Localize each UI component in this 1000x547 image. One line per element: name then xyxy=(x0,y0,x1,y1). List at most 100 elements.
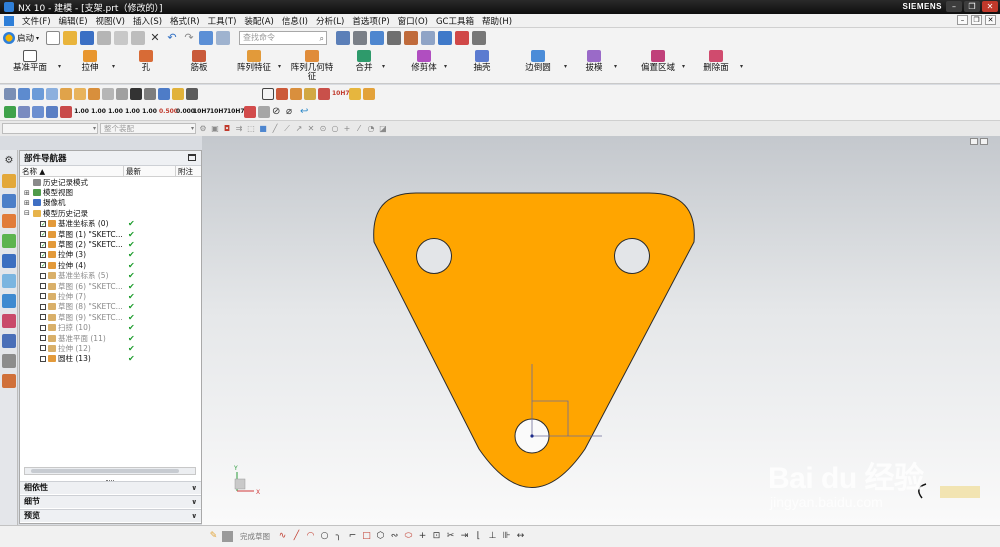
visibility-checkbox[interactable]: ✓ xyxy=(40,231,46,238)
curve-icon[interactable] xyxy=(130,88,142,100)
navigator-row[interactable]: ⊞ 模型视图 xyxy=(20,187,201,197)
point-icon[interactable] xyxy=(4,88,16,100)
doc-close-button[interactable]: ✕ xyxy=(985,15,996,25)
restore-button[interactable]: ❐ xyxy=(964,1,980,12)
quick-extend-icon[interactable]: ⇥ xyxy=(459,531,470,542)
snap-tangent-icon[interactable]: ◔ xyxy=(366,124,376,134)
snap-control-icon[interactable]: ↗ xyxy=(294,124,304,134)
assembly-navigator-icon[interactable] xyxy=(2,174,16,188)
edge-blend-button[interactable]: 边倒圆 xyxy=(522,50,554,73)
menu-assembly[interactable]: 装配(A) xyxy=(240,15,277,27)
navigator-row[interactable]: ✓ 草图 (2) "SKETC... ✔ xyxy=(20,239,201,249)
pocket-icon[interactable] xyxy=(88,88,100,100)
spline-icon[interactable]: ∾ xyxy=(389,531,400,542)
visibility-checkbox[interactable] xyxy=(40,283,46,290)
snap-face-icon[interactable]: ◪ xyxy=(378,124,388,134)
pattern-feature-button[interactable]: 阵列特征 xyxy=(234,50,274,73)
cut-icon[interactable] xyxy=(97,31,112,45)
column-name[interactable]: 名称 ▲ xyxy=(20,166,124,176)
reuse-library-icon[interactable] xyxy=(2,234,16,248)
process-studio-icon[interactable] xyxy=(2,314,16,328)
expand-toggle-icon[interactable]: ⊞ xyxy=(24,189,31,197)
cone-icon[interactable] xyxy=(46,88,58,100)
visibility-checkbox[interactable] xyxy=(40,335,46,342)
minimize-button[interactable]: – xyxy=(946,1,962,12)
menu-insert[interactable]: 插入(S) xyxy=(129,15,166,27)
circle-icon[interactable]: ○ xyxy=(319,531,330,542)
quick-trim-icon[interactable]: ✂ xyxy=(445,531,456,542)
dimension-icon-8[interactable]: 10H7 xyxy=(193,108,211,115)
chamfer-icon[interactable]: ⌐ xyxy=(347,531,358,542)
menu-info[interactable]: 信息(I) xyxy=(278,15,312,27)
pmi-icon[interactable] xyxy=(349,88,361,100)
copy-icon[interactable] xyxy=(114,31,129,45)
navigator-row[interactable]: 历史记录模式 xyxy=(20,177,201,187)
offset-face-icon[interactable] xyxy=(46,105,58,118)
menu-window[interactable]: 窗口(O) xyxy=(394,15,432,27)
layer-icon[interactable] xyxy=(421,31,436,45)
role-icon[interactable] xyxy=(2,354,16,368)
finish-sketch-label[interactable]: 完成草图 xyxy=(240,531,270,542)
constraint-icon[interactable]: ⊥ xyxy=(487,531,498,542)
polygon-icon[interactable]: ⬡ xyxy=(375,531,386,542)
touch-mode-icon[interactable] xyxy=(216,31,231,45)
snap-icon[interactable] xyxy=(438,31,453,45)
menu-analysis[interactable]: 分析(L) xyxy=(312,15,348,27)
auto-constraint-icon[interactable]: ⊪ xyxy=(501,531,512,542)
visibility-checkbox[interactable] xyxy=(40,314,46,321)
text-icon[interactable] xyxy=(186,88,198,100)
wcs-icon[interactable] xyxy=(455,31,470,45)
type-filter-select[interactable]: ▾ xyxy=(2,123,98,134)
dimension-sketch-icon[interactable]: ↔ xyxy=(515,531,526,542)
command-search-input[interactable]: 查找命令 ⌕ xyxy=(239,31,328,45)
fillet-icon[interactable]: ╮ xyxy=(333,531,344,542)
doc-restore-button[interactable]: ❐ xyxy=(971,15,982,25)
panel-dependencies[interactable]: 相依性 ∨ xyxy=(20,481,201,494)
navigator-row[interactable]: ✓ 草图 (1) "SKETC... ✔ xyxy=(20,229,201,239)
dimension-icon-5[interactable]: 1.00 xyxy=(142,108,157,115)
visibility-checkbox[interactable] xyxy=(40,303,46,310)
snap-point-icon[interactable]: + xyxy=(342,124,352,134)
dimension-icon-1[interactable]: 1.00 xyxy=(74,108,89,115)
snap-center-icon[interactable]: ⊙ xyxy=(318,124,328,134)
tolerance-10h7-icon[interactable]: 10H7 xyxy=(332,91,350,97)
emboss-icon[interactable] xyxy=(172,88,184,100)
hd3d-tools-icon[interactable] xyxy=(2,254,16,268)
manufacturing-wizard-icon[interactable] xyxy=(2,334,16,348)
dimension-icon-3[interactable]: 1.00 xyxy=(108,108,123,115)
navigator-row[interactable]: ⊟ 模型历史记录 xyxy=(20,208,201,218)
shell-button[interactable]: 抽壳 xyxy=(470,50,494,73)
line-icon[interactable]: ╱ xyxy=(291,531,302,542)
menu-help[interactable]: 帮助(H) xyxy=(478,15,516,27)
expand-toggle-icon[interactable]: ⊟ xyxy=(24,209,31,217)
navigator-row[interactable]: 基准坐标系 (5) ✔ xyxy=(20,271,201,281)
sync-modeling-icon[interactable] xyxy=(4,105,16,118)
navigator-row[interactable]: 草图 (9) "SKETC... ✔ xyxy=(20,312,201,322)
column-latest[interactable]: 最新 xyxy=(124,166,176,176)
annotation-icon[interactable] xyxy=(276,88,288,100)
render-style-icon[interactable] xyxy=(353,31,368,45)
constraint-navigator-icon[interactable] xyxy=(2,194,16,208)
no-symbol-icon[interactable]: ⊘ xyxy=(272,106,284,118)
visibility-checkbox[interactable] xyxy=(40,345,46,352)
visibility-checkbox[interactable]: ✓ xyxy=(40,262,46,269)
navigator-row[interactable]: ✓ 基准坐标系 (0) ✔ xyxy=(20,219,201,229)
finish-sketch-icon[interactable] xyxy=(222,531,233,542)
start-button[interactable]: 启动 ▾ xyxy=(3,32,39,44)
background-icon[interactable] xyxy=(387,31,402,45)
arc-icon[interactable]: ◠ xyxy=(305,531,316,542)
groove-icon[interactable] xyxy=(102,88,114,100)
shaded-icon[interactable] xyxy=(370,31,385,45)
menu-app-icon[interactable] xyxy=(4,15,14,26)
panel-preview[interactable]: 预览 ∨ xyxy=(20,509,201,522)
hole-top-left[interactable] xyxy=(416,238,452,274)
menu-tools[interactable]: 工具(T) xyxy=(204,15,241,27)
snap-end-icon[interactable]: ╱ xyxy=(270,124,280,134)
resource-settings-icon[interactable]: ⚙ xyxy=(2,154,16,168)
profile-icon[interactable]: ∿ xyxy=(277,531,288,542)
datum-plane-button[interactable]: 基准平面 xyxy=(10,50,50,73)
extrude-button[interactable]: 拉伸 xyxy=(76,50,104,73)
menu-edit[interactable]: 编辑(E) xyxy=(55,15,92,27)
pmi-lock-icon[interactable] xyxy=(363,88,375,100)
thread-icon[interactable] xyxy=(116,88,128,100)
